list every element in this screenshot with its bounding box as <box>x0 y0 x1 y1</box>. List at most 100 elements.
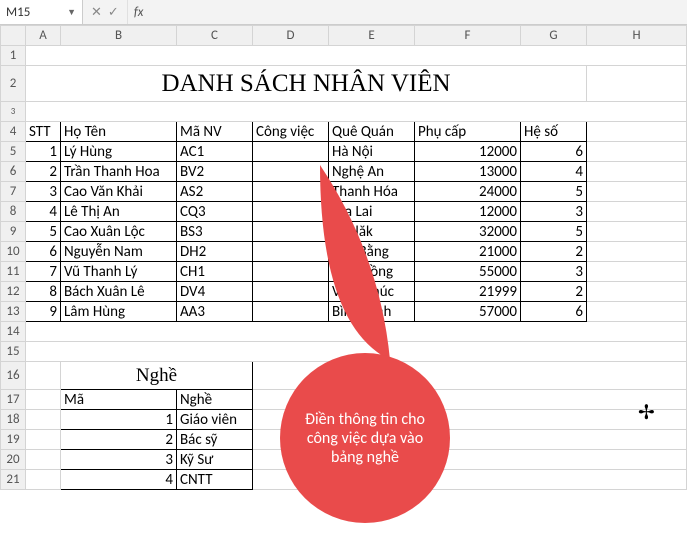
cell-phucap[interactable]: 24000 <box>415 182 521 202</box>
cell-hoten[interactable]: Lê Thị An <box>61 202 177 222</box>
cell-hoten[interactable]: Trần Thanh Hoa <box>61 162 177 182</box>
cell[interactable] <box>587 202 687 222</box>
cell[interactable] <box>26 450 61 470</box>
col-header[interactable]: E <box>329 26 415 46</box>
cell-hoten[interactable]: Bách Xuân Lê <box>61 282 177 302</box>
header-quequan[interactable]: Quê Quán <box>329 122 415 142</box>
cell-phucap[interactable]: 12000 <box>415 202 521 222</box>
row-header[interactable]: 8 <box>1 202 26 222</box>
cell-phucap[interactable]: 55000 <box>415 262 521 282</box>
cell[interactable] <box>26 390 61 410</box>
nghe-nghe[interactable]: CNTT <box>177 470 253 490</box>
cell-quequan[interactable]: Thanh Hóa <box>329 182 415 202</box>
cell-hoten[interactable]: Lâm Hùng <box>61 302 177 322</box>
header-manv[interactable]: Mã NV <box>177 122 253 142</box>
cell[interactable] <box>253 470 687 490</box>
row-header[interactable]: 17 <box>1 390 26 410</box>
cell-heso[interactable]: 4 <box>521 162 587 182</box>
cell-manv[interactable]: BV2 <box>177 162 253 182</box>
cell[interactable] <box>253 390 687 410</box>
row-header[interactable]: 19 <box>1 430 26 450</box>
cell-stt[interactable]: 5 <box>26 222 61 242</box>
cell-quequan[interactable]: Gia Lai <box>329 202 415 222</box>
row-header[interactable]: 21 <box>1 470 26 490</box>
nghe-nghe[interactable]: Bác sỹ <box>177 430 253 450</box>
cell-manv[interactable]: CH1 <box>177 262 253 282</box>
col-header[interactable]: C <box>177 26 253 46</box>
cell-stt[interactable]: 2 <box>26 162 61 182</box>
cell-heso[interactable]: 5 <box>521 222 587 242</box>
cell-hoten[interactable]: Vũ Thanh Lý <box>61 262 177 282</box>
cell-phucap[interactable]: 12000 <box>415 142 521 162</box>
cell-manv[interactable]: AC1 <box>177 142 253 162</box>
row-header[interactable]: 11 <box>1 262 26 282</box>
cell[interactable] <box>26 342 687 362</box>
row-header[interactable]: 9 <box>1 222 26 242</box>
cell[interactable] <box>587 142 687 162</box>
worksheet[interactable]: A B C D E F G H 1 2 DANH SÁCH NHÂN VIÊN … <box>0 25 687 490</box>
row-header[interactable]: 10 <box>1 242 26 262</box>
cell[interactable] <box>587 262 687 282</box>
cell[interactable] <box>253 362 687 390</box>
cell-quequan[interactable]: Cao Bằng <box>329 242 415 262</box>
cell-heso[interactable]: 3 <box>521 202 587 222</box>
cell-quequan[interactable]: Lâm Đồng <box>329 262 415 282</box>
cell-stt[interactable]: 6 <box>26 242 61 262</box>
cell-quequan[interactable]: Vĩnh Phúc <box>329 282 415 302</box>
row-header[interactable]: 14 <box>1 322 26 342</box>
cell[interactable] <box>26 46 687 66</box>
nghe-col-ma[interactable]: Mã <box>61 390 177 410</box>
header-heso[interactable]: Hệ số <box>521 122 587 142</box>
cell-congviec[interactable] <box>253 302 329 322</box>
cell-heso[interactable]: 3 <box>521 262 587 282</box>
row-header[interactable]: 15 <box>1 342 26 362</box>
cancel-icon[interactable]: ✕ <box>91 5 102 20</box>
nghe-nghe[interactable]: Kỹ Sư <box>177 450 253 470</box>
row-header[interactable]: 2 <box>1 66 26 102</box>
nghe-title[interactable]: Nghề <box>61 362 253 390</box>
cell-manv[interactable]: DV4 <box>177 282 253 302</box>
row-header[interactable]: 12 <box>1 282 26 302</box>
cell-stt[interactable]: 7 <box>26 262 61 282</box>
cell-stt[interactable]: 9 <box>26 302 61 322</box>
cell[interactable] <box>587 242 687 262</box>
cell-phucap[interactable]: 57000 <box>415 302 521 322</box>
nghe-ma[interactable]: 2 <box>61 430 177 450</box>
cell-heso[interactable]: 5 <box>521 182 587 202</box>
nghe-ma[interactable]: 3 <box>61 450 177 470</box>
cell-heso[interactable]: 6 <box>521 142 587 162</box>
cell-hoten[interactable]: Lý Hùng <box>61 142 177 162</box>
cell-phucap[interactable]: 32000 <box>415 222 521 242</box>
nghe-ma[interactable]: 1 <box>61 410 177 430</box>
cell-stt[interactable]: 1 <box>26 142 61 162</box>
cell-congviec[interactable] <box>253 222 329 242</box>
title-cell[interactable]: DANH SÁCH NHÂN VIÊN <box>26 66 587 102</box>
cell-congviec[interactable] <box>253 202 329 222</box>
nghe-col-nghe[interactable]: Nghề <box>177 390 253 410</box>
cell-hoten[interactable]: Cao Xuân Lộc <box>61 222 177 242</box>
col-header[interactable]: F <box>415 26 521 46</box>
cell[interactable] <box>587 182 687 202</box>
cell-stt[interactable]: 8 <box>26 282 61 302</box>
col-header[interactable]: A <box>26 26 61 46</box>
cell[interactable] <box>26 362 61 390</box>
cell[interactable] <box>26 102 687 122</box>
row-header[interactable]: 5 <box>1 142 26 162</box>
header-stt[interactable]: STT <box>26 122 61 142</box>
row-header[interactable]: 18 <box>1 410 26 430</box>
confirm-icon[interactable]: ✓ <box>108 5 119 20</box>
cell-heso[interactable]: 6 <box>521 302 587 322</box>
cell-manv[interactable]: DH2 <box>177 242 253 262</box>
row-header[interactable]: 6 <box>1 162 26 182</box>
header-hoten[interactable]: Họ Tên <box>61 122 177 142</box>
header-congviec[interactable]: Công việc <box>253 122 329 142</box>
col-header[interactable]: D <box>253 26 329 46</box>
cell[interactable] <box>26 470 61 490</box>
grid[interactable]: A B C D E F G H 1 2 DANH SÁCH NHÂN VIÊN … <box>0 25 687 490</box>
cell-congviec[interactable] <box>253 262 329 282</box>
row-header[interactable]: 7 <box>1 182 26 202</box>
cell[interactable] <box>587 122 687 142</box>
cell-congviec[interactable] <box>253 182 329 202</box>
fx-icon[interactable]: fx <box>128 5 150 20</box>
cell[interactable] <box>253 410 687 430</box>
